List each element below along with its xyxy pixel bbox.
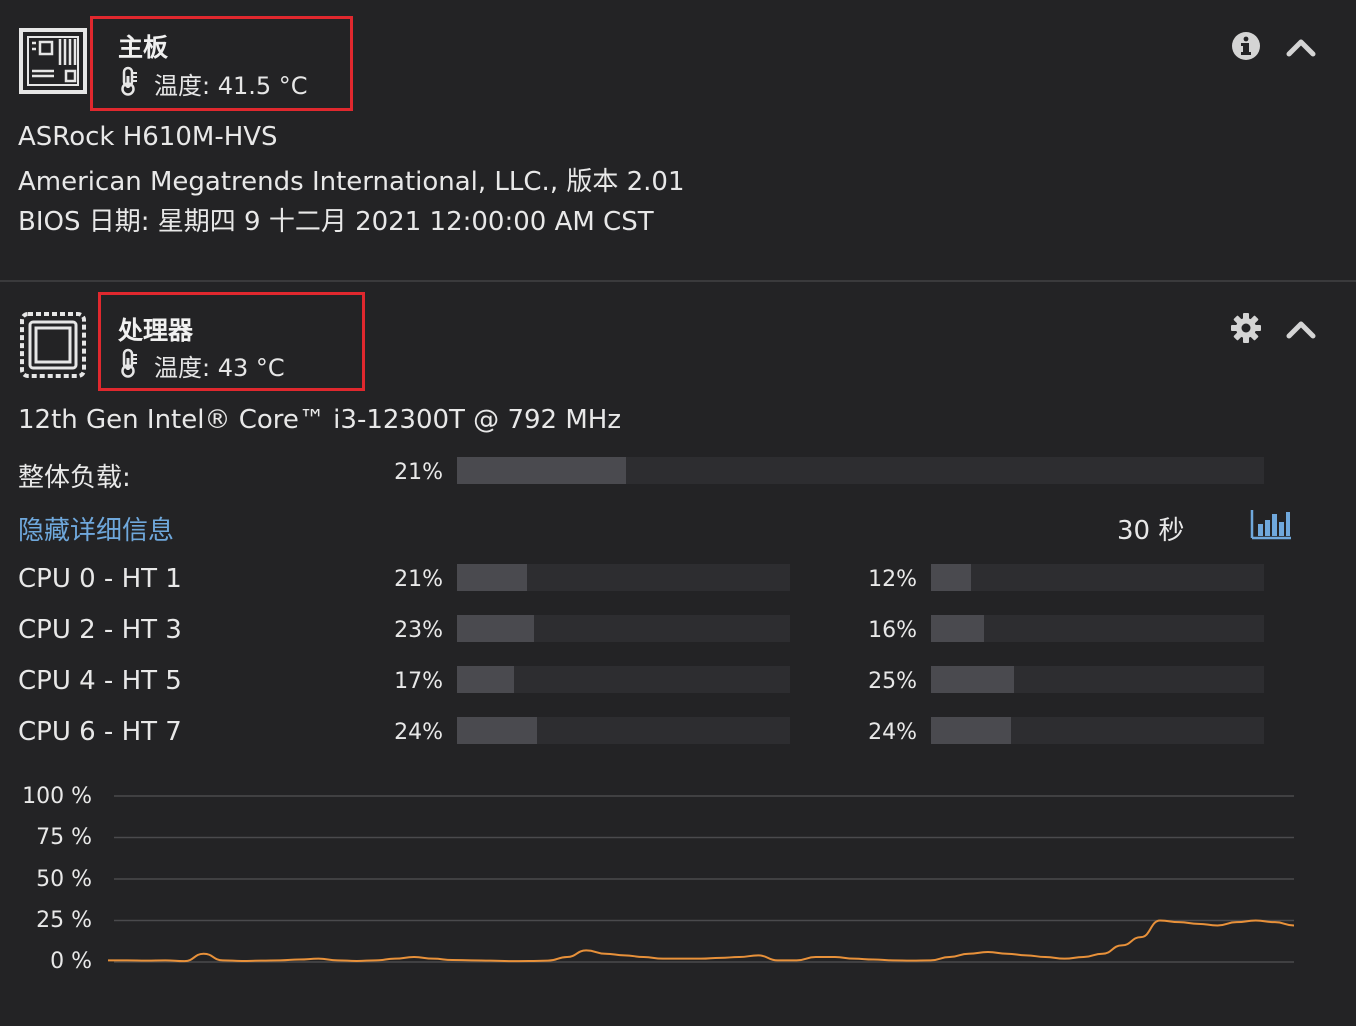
overall-load-fill: [457, 457, 627, 484]
processor-temp-text: 温度: 43 °C: [154, 354, 285, 382]
core-bar-0b: [931, 564, 1264, 591]
core-bar-0a: [457, 564, 790, 591]
core-percent-1a: 23%: [394, 618, 443, 643]
core-percent-3a: 24%: [394, 720, 443, 745]
info-icon[interactable]: [1230, 30, 1262, 62]
core-fill-0b: [931, 564, 971, 591]
thermometer-icon: [121, 66, 137, 96]
core-bar-1a: [457, 615, 790, 642]
motherboard-vendor: American Megatrends International, LLC.,…: [18, 167, 685, 197]
thermometer-icon: [121, 348, 137, 378]
processor-title: 处理器: [118, 316, 194, 345]
load-history-plot: [107, 795, 1295, 963]
gear-icon[interactable]: [1230, 312, 1262, 344]
core-percent-2a: 17%: [394, 669, 443, 694]
core-bar-2b: [931, 666, 1264, 693]
overall-load-bar: [457, 457, 1264, 484]
core-fill-0a: [457, 564, 527, 591]
core-fill-2b: [931, 666, 1015, 693]
core-bar-3a: [457, 717, 790, 744]
core-fill-1a: [457, 615, 534, 642]
hide-details-link[interactable]: 隐藏详细信息: [18, 510, 174, 547]
motherboard-icon: [19, 28, 87, 94]
core-row-label-0: CPU 0 - HT 1: [18, 564, 182, 594]
core-fill-2a: [457, 666, 514, 693]
core-bar-2a: [457, 666, 790, 693]
overall-load-label: 整体负载:: [18, 463, 131, 493]
core-fill-3a: [457, 717, 537, 744]
cpu-chip-icon: [20, 312, 86, 378]
core-bar-3b: [931, 717, 1264, 744]
core-row-label-2: CPU 4 - HT 5: [18, 666, 182, 696]
core-percent-1b: 16%: [868, 618, 917, 643]
motherboard-model: ASRock H610M-HVS: [18, 122, 278, 152]
core-percent-0b: 12%: [868, 567, 917, 592]
collapse-chevron-up-icon[interactable]: [1285, 32, 1317, 64]
motherboard-title: 主板: [118, 33, 169, 62]
core-percent-2b: 25%: [868, 669, 917, 694]
core-percent-0a: 21%: [394, 567, 443, 592]
core-row-label-1: CPU 2 - HT 3: [18, 615, 182, 645]
core-percent-3b: 24%: [868, 720, 917, 745]
core-fill-1b: [931, 615, 985, 642]
core-fill-3b: [931, 717, 1011, 744]
processor-temperature: 温度: 43 °C: [118, 348, 348, 382]
processor-panel: 处理器 温度: 43 °C 12th Gen Intel® Core™ i3-1…: [0, 284, 1356, 1026]
overall-load-percent: 21%: [394, 460, 443, 485]
cpu-load-series-line: [107, 919, 1295, 963]
motherboard-bios-date: BIOS 日期: 星期四 9 十二月 2021 12:00:00 AM CST: [18, 207, 654, 237]
motherboard-temperature: 温度: 41.5 °C: [118, 66, 348, 100]
core-bar-1b: [931, 615, 1264, 642]
load-history-chart: 100 % 75 % 50 % 25 % 0 %: [0, 774, 1356, 1026]
collapse-chevron-up-icon[interactable]: [1285, 314, 1317, 346]
processor-model: 12th Gen Intel® Core™ i3-12300T @ 792 MH…: [18, 405, 621, 435]
core-row-label-3: CPU 6 - HT 7: [18, 717, 182, 747]
motherboard-panel: 主板 温度: 41.5 °C ASRock H610M-HVS American…: [0, 0, 1356, 282]
interval-label[interactable]: 30 秒: [1117, 510, 1184, 547]
motherboard-temp-text: 温度: 41.5 °C: [154, 72, 308, 100]
bar-chart-icon[interactable]: [1250, 508, 1292, 540]
